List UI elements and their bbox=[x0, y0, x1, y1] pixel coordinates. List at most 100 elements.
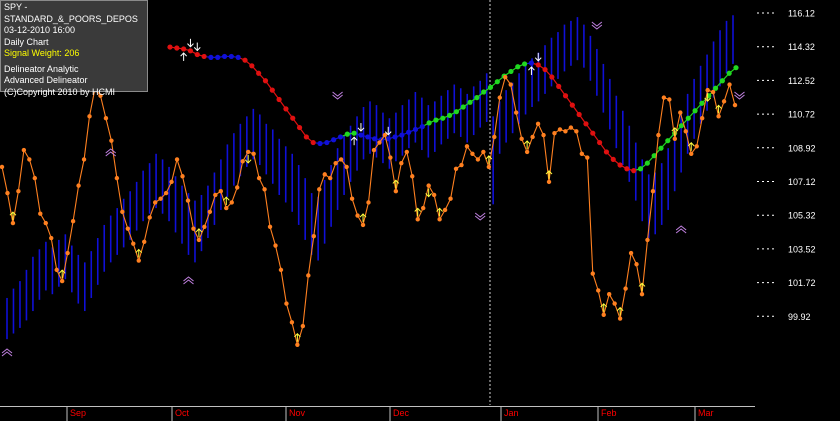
oscillator-point bbox=[541, 132, 546, 138]
delineator-point bbox=[174, 45, 180, 51]
oscillator-point bbox=[612, 301, 617, 306]
oscillator-point bbox=[295, 342, 300, 347]
oscillator-point bbox=[667, 97, 672, 102]
oscillator-point bbox=[617, 316, 623, 321]
oscillator-point bbox=[16, 189, 21, 194]
timeframe-label: Daily Chart bbox=[4, 36, 49, 47]
delineator-point bbox=[194, 51, 200, 58]
oscillator-point bbox=[650, 189, 656, 194]
oscillator-point bbox=[486, 164, 492, 170]
oscillator-point bbox=[355, 213, 360, 218]
oscillator-point bbox=[273, 243, 278, 248]
delineator-point bbox=[201, 53, 207, 60]
delineator-point bbox=[276, 96, 282, 103]
oscillator-point bbox=[623, 286, 628, 291]
delineator-point bbox=[317, 140, 323, 147]
oscillator-point bbox=[388, 155, 393, 160]
oscillator-point bbox=[180, 174, 185, 179]
datetime-label: 03-12-2010 16:00 bbox=[4, 25, 76, 35]
oscillator-point bbox=[442, 207, 448, 213]
delineator-point bbox=[658, 145, 664, 151]
oscillator-point bbox=[120, 209, 125, 215]
oscillator-point bbox=[606, 292, 612, 297]
x-tick-label: Oct bbox=[175, 408, 190, 418]
oscillator-point bbox=[601, 312, 606, 318]
oscillator-point bbox=[38, 211, 43, 216]
oscillator-point bbox=[678, 110, 683, 115]
delineator-point bbox=[167, 44, 173, 50]
oscillator-point bbox=[235, 185, 240, 190]
oscillator-point bbox=[716, 114, 721, 119]
oscillator-point bbox=[163, 190, 169, 196]
delineator-point bbox=[460, 104, 466, 110]
oscillator-point bbox=[328, 175, 333, 181]
delineator-point bbox=[453, 109, 460, 115]
x-tick-label: Jan bbox=[504, 408, 519, 418]
oscillator-point bbox=[0, 164, 5, 170]
oscillator-point bbox=[70, 218, 76, 224]
x-tick-label: Dec bbox=[393, 408, 410, 418]
delineator-point bbox=[474, 95, 480, 101]
delineator-point bbox=[549, 74, 555, 80]
delineator-point bbox=[644, 160, 650, 166]
oscillator-point bbox=[371, 147, 377, 153]
oscillator-point bbox=[213, 192, 218, 198]
delineator-point bbox=[262, 78, 269, 84]
indicator-label-1: Delineator Analytic bbox=[4, 63, 79, 74]
oscillator-point bbox=[202, 224, 207, 230]
oscillator-point bbox=[656, 132, 661, 138]
delineator-point bbox=[487, 84, 494, 90]
oscillator-point bbox=[546, 179, 552, 185]
oscillator-point bbox=[426, 183, 431, 188]
oscillator-point bbox=[431, 192, 437, 198]
oscillator-point bbox=[349, 196, 355, 201]
oscillator-point bbox=[245, 149, 251, 155]
oscillator-point bbox=[399, 160, 404, 166]
delineator-point bbox=[256, 70, 262, 76]
oscillator-point bbox=[142, 239, 147, 244]
delineator-point bbox=[583, 121, 589, 127]
delineator-point bbox=[699, 100, 705, 106]
oscillator-point bbox=[229, 200, 234, 205]
oscillator-point bbox=[54, 267, 59, 273]
oscillator-point bbox=[311, 233, 316, 239]
delineator-point bbox=[228, 53, 234, 60]
oscillator-point bbox=[574, 129, 579, 134]
delineator-point bbox=[399, 132, 405, 138]
oscillator-point bbox=[333, 160, 338, 166]
oscillator-point bbox=[65, 250, 70, 256]
delineator-point bbox=[569, 102, 575, 108]
oscillator-point bbox=[464, 144, 470, 149]
oscillator-point bbox=[289, 320, 295, 325]
delineator-point bbox=[426, 120, 432, 126]
delineator-point bbox=[419, 124, 425, 130]
delineator-point bbox=[412, 126, 419, 133]
delineator-point bbox=[331, 137, 337, 143]
oscillator-point bbox=[448, 196, 453, 201]
delineator-point bbox=[365, 134, 371, 140]
indicator-label-2: Advanced Delineator bbox=[4, 75, 88, 85]
delineator-point bbox=[665, 138, 671, 144]
oscillator-point bbox=[300, 323, 306, 329]
oscillator-point bbox=[27, 157, 32, 162]
delineator-point bbox=[481, 89, 487, 95]
delineator-point bbox=[610, 156, 616, 163]
delineator-point bbox=[406, 129, 412, 135]
oscillator-point bbox=[410, 174, 415, 179]
oscillator-point bbox=[508, 82, 513, 87]
delineator-point bbox=[269, 87, 275, 93]
oscillator-point bbox=[59, 278, 65, 284]
delineator-point bbox=[535, 62, 541, 68]
delineator-point bbox=[624, 166, 630, 172]
delineator-point bbox=[515, 64, 521, 70]
oscillator-point bbox=[366, 200, 371, 205]
oscillator-point bbox=[552, 130, 557, 136]
delineator-point bbox=[221, 53, 228, 60]
oscillator-point bbox=[535, 121, 541, 127]
oscillator-point bbox=[377, 140, 382, 145]
oscillator-point bbox=[645, 237, 650, 243]
delineator-point bbox=[283, 106, 289, 112]
oscillator-point bbox=[338, 157, 344, 162]
oscillator-point bbox=[519, 136, 524, 142]
delineator-point bbox=[719, 78, 725, 84]
